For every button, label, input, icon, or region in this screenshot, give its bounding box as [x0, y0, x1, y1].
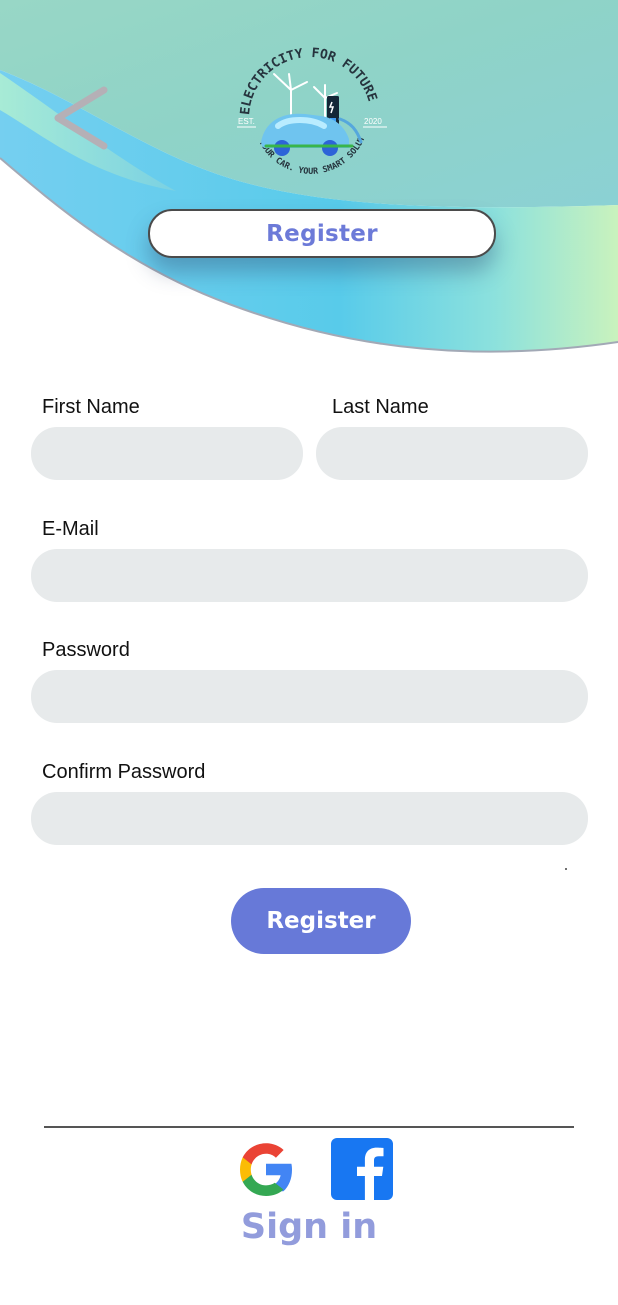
logo-year: 2020: [364, 117, 382, 126]
register-button[interactable]: Register: [231, 888, 411, 954]
first-name-input[interactable]: [31, 427, 303, 480]
confirm-password-input[interactable]: [31, 792, 588, 845]
facebook-icon[interactable]: [331, 1138, 393, 1200]
sign-in-link[interactable]: Sign in: [0, 1206, 618, 1248]
first-name-label: First Name: [42, 396, 140, 418]
google-icon[interactable]: [234, 1137, 298, 1201]
register-title-pill: Register: [148, 209, 496, 258]
last-name-input[interactable]: [316, 427, 588, 480]
small-dot: [565, 868, 567, 870]
email-label: E-Mail: [42, 518, 99, 540]
confirm-password-label: Confirm Password: [42, 761, 206, 783]
back-chevron-icon: [54, 86, 108, 150]
logo-top-text: ELECTRICITY FOR FUTURE: [238, 46, 379, 116]
social-divider: [44, 1126, 574, 1128]
electricity-for-future-logo: ELECTRICITY FOR FUTURE YOUR CAR. YOUR SM…: [229, 40, 387, 177]
email-input[interactable]: [31, 549, 588, 602]
last-name-label: Last Name: [332, 396, 429, 418]
logo-est-label: EST.: [238, 117, 255, 126]
password-input[interactable]: [31, 670, 588, 723]
register-screen: ELECTRICITY FOR FUTURE YOUR CAR. YOUR SM…: [0, 0, 618, 1305]
back-button[interactable]: [46, 82, 116, 154]
password-label: Password: [42, 639, 130, 661]
